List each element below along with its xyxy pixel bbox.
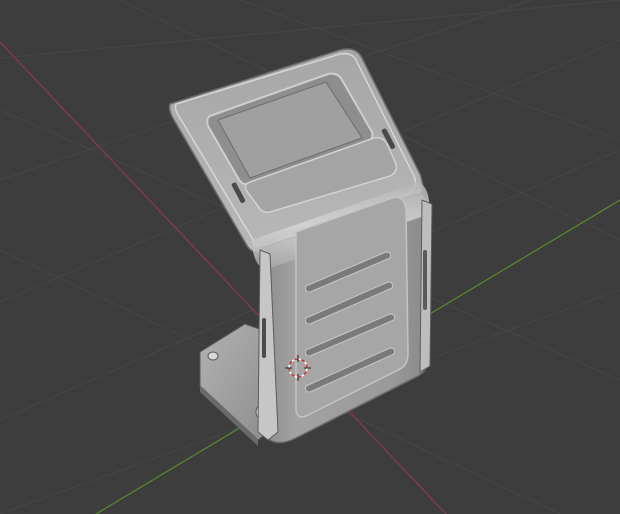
viewport-canvas[interactable] — [0, 0, 620, 514]
right-flange-slot — [423, 250, 427, 310]
stand-mesh[interactable] — [168, 48, 433, 446]
base-hole-left — [207, 351, 219, 361]
flange-slot — [262, 318, 266, 358]
3d-viewport[interactable] — [0, 0, 620, 514]
